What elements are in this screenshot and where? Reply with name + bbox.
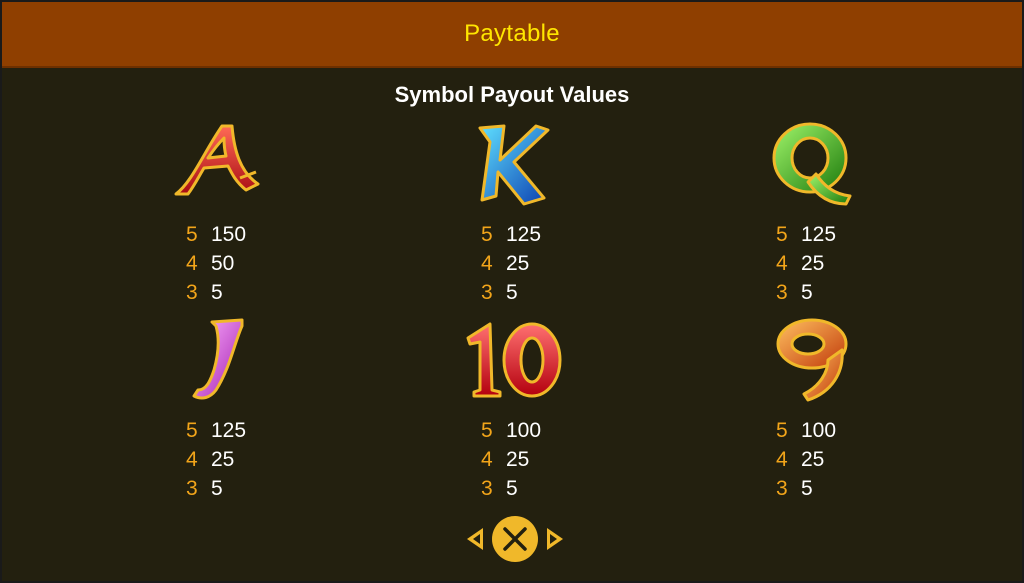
payout-value: 25 (506, 447, 530, 471)
payout-list-q: 5 125 4 25 35 (776, 220, 896, 307)
payout-row: 35 (481, 278, 601, 307)
chevron-right-icon[interactable] (547, 528, 563, 550)
match-count: 4 (481, 447, 493, 471)
match-count: 5 (776, 222, 788, 246)
letter-k-icon (460, 112, 570, 212)
payout-row: 35 (481, 474, 601, 503)
paytable-navigation (463, 514, 567, 564)
payout-value: 150 (211, 222, 247, 246)
paytable-panel: Paytable Symbol Payout Values 5 150 4 50… (2, 2, 1022, 581)
payout-row: 35 (776, 474, 896, 503)
match-count: 5 (186, 418, 198, 442)
payout-value: 125 (506, 222, 542, 246)
payout-row: 4 25 (481, 445, 601, 474)
title-bar: Paytable (2, 2, 1022, 68)
payout-row: 4 25 (776, 445, 896, 474)
payout-row: 5 125 (481, 220, 601, 249)
match-count: 3 (776, 476, 788, 500)
payout-row: 5 100 (481, 416, 601, 445)
payout-row: 4 25 (776, 249, 896, 278)
payout-row: 35 (776, 278, 896, 307)
payout-row: 4 25 (186, 445, 306, 474)
payout-value: 5 (801, 280, 813, 304)
payout-value: 100 (506, 418, 542, 442)
match-count: 4 (481, 251, 493, 275)
payout-list-j: 5 125 4 25 35 (186, 416, 306, 503)
payout-row: 4 25 (481, 249, 601, 278)
payout-value: 5 (506, 476, 518, 500)
section-title: Symbol Payout Values (394, 82, 630, 107)
match-count: 5 (186, 222, 198, 246)
match-count: 3 (481, 280, 493, 304)
match-count: 5 (776, 418, 788, 442)
match-count: 5 (481, 222, 493, 246)
payout-row: 4 50 (186, 249, 306, 278)
payout-value: 125 (801, 222, 837, 246)
letter-q-icon (758, 112, 868, 212)
payout-value: 50 (211, 251, 235, 275)
payout-value: 25 (801, 447, 825, 471)
match-count: 3 (481, 476, 493, 500)
match-count: 4 (186, 251, 198, 275)
payout-value: 125 (211, 418, 247, 442)
number-9-icon (758, 308, 868, 408)
match-count: 3 (186, 476, 198, 500)
number-10-icon (460, 308, 570, 408)
chevron-left-icon[interactable] (467, 528, 483, 550)
payout-value: 25 (506, 251, 530, 275)
match-count: 4 (776, 251, 788, 275)
payout-value: 5 (211, 476, 223, 500)
payout-value: 5 (211, 280, 223, 304)
letter-j-icon (162, 308, 272, 408)
page-title: Paytable (464, 20, 560, 47)
match-count: 3 (776, 280, 788, 304)
letter-a-icon (162, 112, 272, 212)
payout-value: 5 (506, 280, 518, 304)
payout-value: 5 (801, 476, 813, 500)
match-count: 4 (186, 447, 198, 471)
payout-value: 25 (801, 251, 825, 275)
match-count: 3 (186, 280, 198, 304)
match-count: 4 (776, 447, 788, 471)
payout-row: 35 (186, 278, 306, 307)
payout-row: 5 125 (776, 220, 896, 249)
payout-list-10: 5 100 4 25 35 (481, 416, 601, 503)
payout-row: 5 100 (776, 416, 896, 445)
payout-value: 25 (211, 447, 235, 471)
payout-row: 35 (186, 474, 306, 503)
payout-list-a: 5 150 4 50 35 (186, 220, 306, 307)
payout-row: 5 150 (186, 220, 306, 249)
payout-list-k: 5 125 4 25 35 (481, 220, 601, 307)
payout-list-9: 5 100 4 25 35 (776, 416, 896, 503)
payout-value: 100 (801, 418, 837, 442)
match-count: 5 (481, 418, 493, 442)
close-button[interactable] (492, 516, 538, 562)
payout-row: 5 125 (186, 416, 306, 445)
